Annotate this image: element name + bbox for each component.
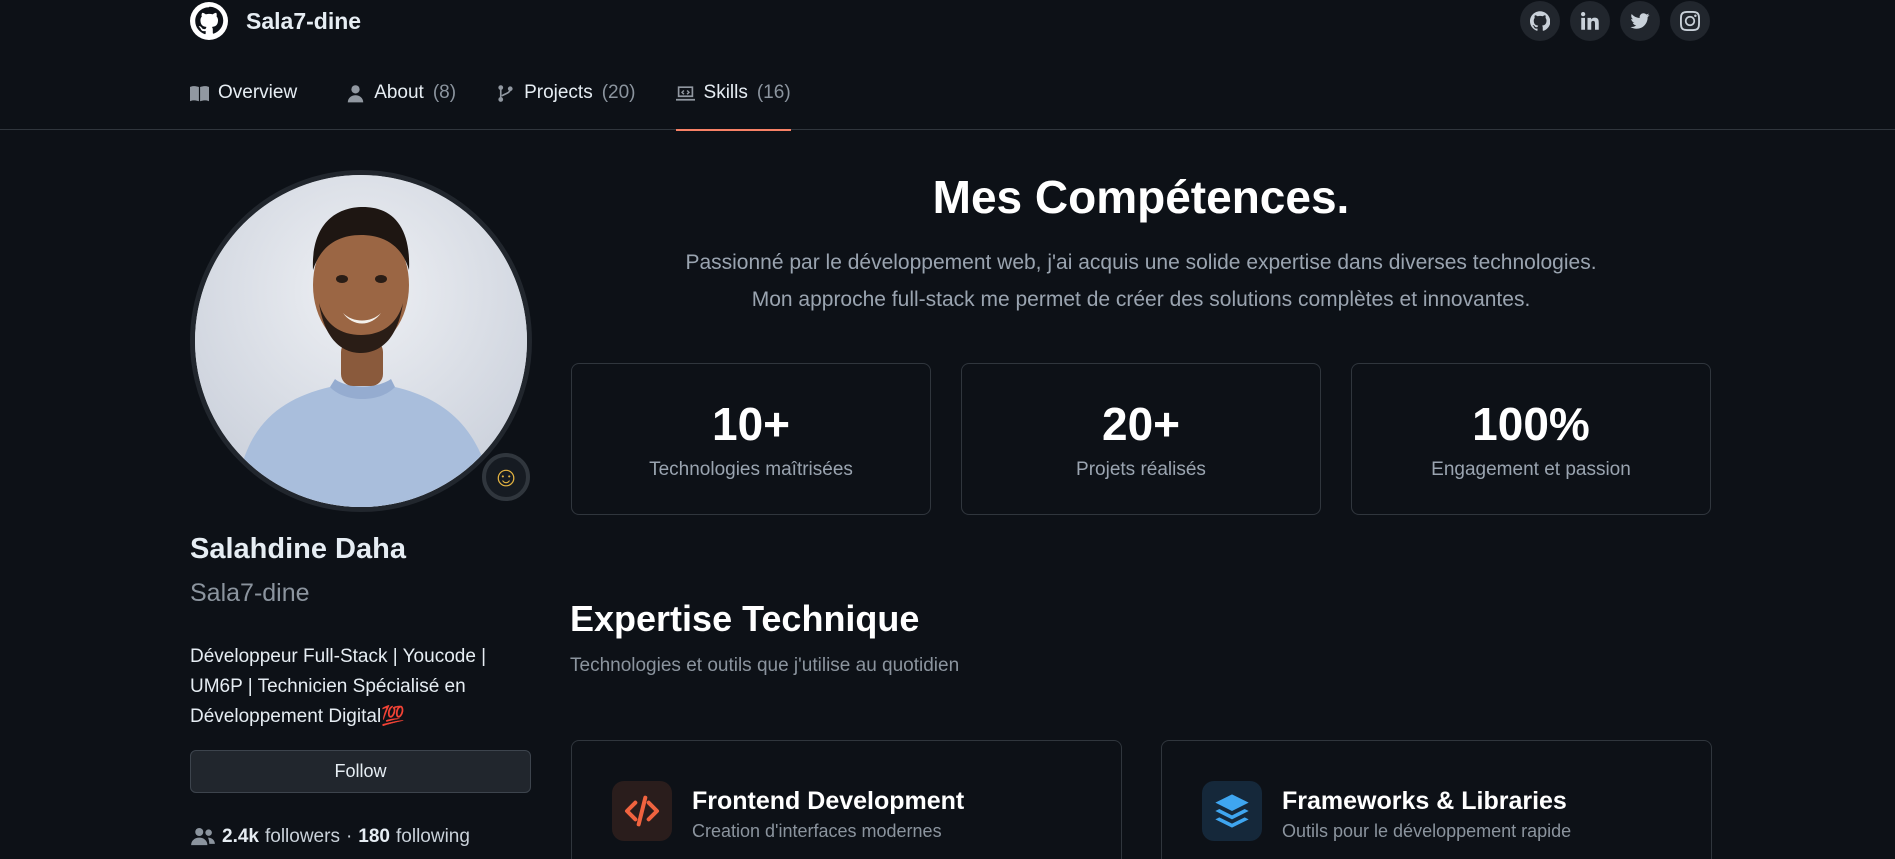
tab-overview[interactable]: Overview	[190, 78, 306, 130]
avatar[interactable]	[190, 170, 532, 512]
profile-full-name: Salahdine Daha	[190, 533, 406, 565]
stat-label: Technologies maîtrisées	[649, 459, 853, 480]
separator-dot: ·	[345, 826, 353, 847]
stat-label: Engagement et passion	[1431, 459, 1631, 480]
tab-projects[interactable]: Projects (20)	[496, 78, 636, 130]
layers-icon	[1202, 781, 1262, 841]
linkedin-link[interactable]	[1570, 1, 1610, 41]
tab-label: Projects	[524, 82, 593, 103]
card-subtitle: Creation d'interfaces modernes	[692, 821, 942, 841]
tab-label: Skills	[703, 82, 748, 103]
skill-card-frontend[interactable]: Frontend Development Creation d'interfac…	[571, 740, 1122, 859]
following-label[interactable]: following	[396, 826, 470, 848]
stat-card-projects: 20+ Projets réalisés	[961, 363, 1321, 515]
status-emoji-badge[interactable]: ☺	[482, 453, 530, 501]
card-subtitle: Outils pour le développement rapide	[1282, 821, 1572, 841]
person-icon	[347, 84, 364, 102]
tab-skills[interactable]: Skills (16)	[675, 78, 791, 131]
stat-card-engagement: 100% Engagement et passion	[1351, 363, 1711, 515]
stat-label: Projets réalisés	[1076, 459, 1206, 480]
skills-intro-line2: Mon approche full-stack me permet de cré…	[751, 288, 1531, 311]
github-logo-icon	[190, 2, 228, 40]
following-count[interactable]: 180	[358, 826, 390, 848]
book-icon	[190, 85, 209, 101]
skills-intro-line1: Passionné par le développement web, j'ai…	[685, 251, 1597, 274]
code-brackets-icon	[612, 781, 672, 841]
instagram-link[interactable]	[1670, 1, 1710, 41]
twitter-link[interactable]	[1620, 1, 1660, 41]
top-header: Sala7-dine Overview About (8) Projects (…	[0, 0, 1895, 131]
skills-title: Mes Compétences.	[932, 171, 1350, 223]
profile-tabs: Overview About (8) Projects (20) Skills …	[190, 78, 831, 131]
people-icon	[191, 828, 215, 846]
expertise-title: Expertise Technique	[570, 598, 920, 639]
followers-count[interactable]: 2.4k	[222, 826, 259, 848]
skill-card-frameworks[interactable]: Frameworks & Libraries Outils pour le dé…	[1161, 740, 1712, 859]
follow-button[interactable]: Follow	[190, 750, 531, 793]
linkedin-icon	[1581, 12, 1599, 30]
tab-label: About	[374, 82, 424, 103]
profile-sidebar	[190, 170, 532, 512]
profile-handle: Sala7-dine	[190, 579, 310, 607]
brand[interactable]: Sala7-dine	[190, 2, 361, 40]
instagram-icon	[1680, 11, 1700, 31]
profile-bio: Développeur Full-Stack | Youcode | UM6P …	[190, 646, 487, 727]
github-link[interactable]	[1520, 1, 1560, 41]
stat-value: 10+	[711, 398, 791, 450]
twitter-icon	[1630, 13, 1650, 29]
code-screen-icon	[675, 85, 695, 101]
tab-label: Overview	[218, 82, 298, 103]
tab-about[interactable]: About (8)	[346, 78, 456, 130]
git-branch-icon	[498, 84, 513, 102]
skills-intro: Passionné par le développement web, j'ai…	[570, 244, 1712, 318]
followers-label[interactable]: followers	[265, 826, 340, 848]
brand-username: Sala7-dine	[246, 7, 362, 34]
expertise-subtitle: Technologies et outils que j'utilise au …	[570, 655, 960, 676]
tab-count: (8)	[432, 82, 457, 103]
avatar-photo	[195, 175, 527, 507]
social-links	[1520, 1, 1710, 41]
tab-count: (16)	[756, 82, 791, 103]
stat-card-technologies: 10+ Technologies maîtrisées	[571, 363, 931, 515]
tab-count: (20)	[601, 82, 636, 103]
card-title: Frontend Development	[692, 787, 965, 815]
stat-value: 20+	[1101, 398, 1181, 450]
card-title: Frameworks & Libraries	[1282, 787, 1567, 815]
stat-value: 100%	[1472, 398, 1590, 450]
github-icon	[1530, 11, 1550, 31]
followers-summary: 2.4k followers · 180 following	[190, 826, 470, 848]
